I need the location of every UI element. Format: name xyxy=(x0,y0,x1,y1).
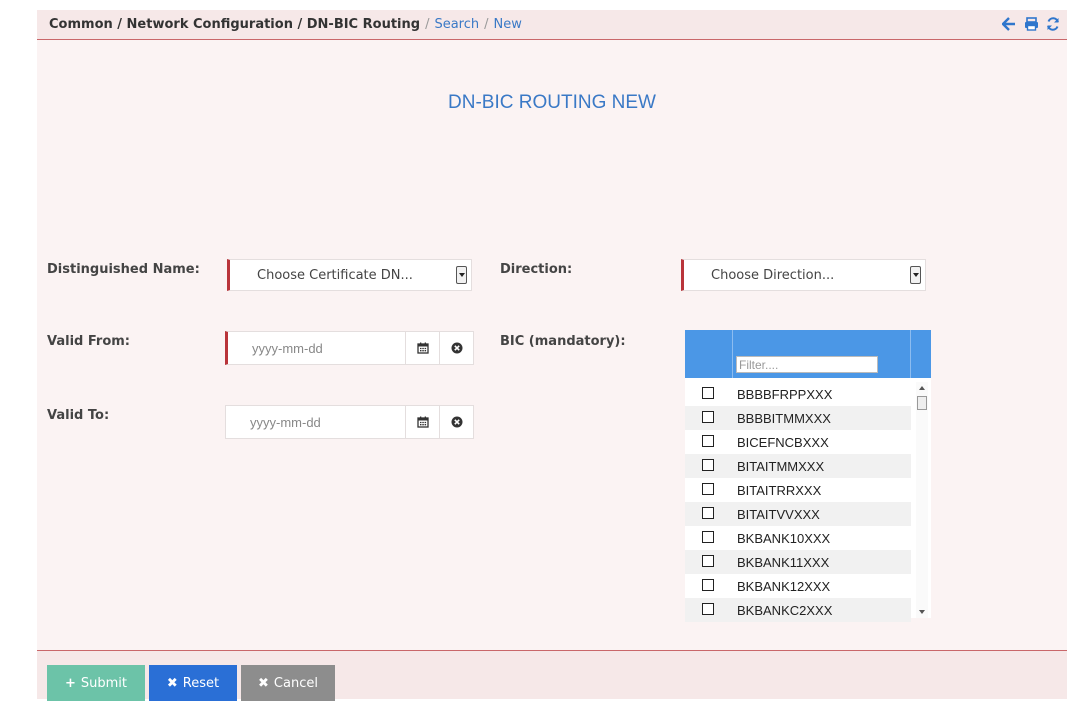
close-icon: ✖ xyxy=(166,675,178,691)
bic-header-scroll-column xyxy=(910,330,932,378)
bic-list-item[interactable]: BITAITRRXXX xyxy=(685,478,911,502)
breadcrumb-search-link[interactable]: Search xyxy=(434,17,479,32)
bic-list-header: Filter.... xyxy=(685,330,931,378)
bic-code: BBBBFRPPXXX xyxy=(737,387,833,402)
bic-label: BIC (mandatory): xyxy=(500,334,626,349)
submit-label: Submit xyxy=(80,675,128,691)
distinguished-name-value: Choose Certificate DN... xyxy=(257,268,413,283)
page-title: DN-BIC ROUTING NEW xyxy=(448,92,656,113)
plus-icon: + xyxy=(64,675,76,691)
bic-code: BKBANK11XXX xyxy=(737,555,830,570)
bic-code: BKBANKC2XXX xyxy=(737,603,833,618)
distinguished-name-select[interactable]: Choose Certificate DN... xyxy=(227,259,472,291)
bic-code: BITAITVVXXX xyxy=(737,507,820,522)
bic-checkbox[interactable] xyxy=(702,411,714,423)
print-icon[interactable] xyxy=(1023,15,1039,33)
bic-list-item[interactable]: BBBBITMMXXX xyxy=(685,406,911,430)
bic-code: BITAITRRXXX xyxy=(737,483,822,498)
bic-list-item[interactable]: BITAITMMXXX xyxy=(685,454,911,478)
bic-checkbox[interactable] xyxy=(702,555,714,567)
bic-list-item[interactable]: BITAITVVXXX xyxy=(685,502,911,526)
calendar-icon[interactable] xyxy=(406,405,440,439)
bic-code: BBBBITMMXXX xyxy=(737,411,831,426)
bic-list-item[interactable]: BBBBFRPPXXX xyxy=(685,382,911,406)
breadcrumb-separator: / xyxy=(425,17,430,32)
page: Common / Network Configuration / DN-BIC … xyxy=(37,10,1067,701)
bic-code: BKBANK10XXX xyxy=(737,531,831,546)
chevron-down-icon xyxy=(910,266,921,284)
refresh-icon[interactable] xyxy=(1045,15,1061,33)
bic-checkbox[interactable] xyxy=(702,435,714,447)
back-arrow-icon[interactable] xyxy=(1001,15,1017,33)
reset-label: Reset xyxy=(182,675,220,691)
bic-list-item[interactable]: BKBANK11XXX xyxy=(685,550,911,574)
bic-list-item[interactable]: BKBANK12XXX xyxy=(685,574,911,598)
calendar-icon[interactable] xyxy=(406,331,440,365)
valid-to-placeholder: yyyy-mm-dd xyxy=(250,415,321,430)
bic-header-checkbox-column xyxy=(685,330,733,378)
bic-checkbox[interactable] xyxy=(702,507,714,519)
breadcrumb-new-link[interactable]: New xyxy=(494,17,522,32)
submit-button[interactable]: + Submit xyxy=(47,665,145,701)
bic-code: BKBANK12XXX xyxy=(737,579,831,594)
clear-icon[interactable] xyxy=(440,331,474,365)
bic-checkbox[interactable] xyxy=(702,531,714,543)
valid-from-input[interactable]: yyyy-mm-dd xyxy=(225,331,406,365)
bic-list: Filter.... BBBBFRPPXXX BBBBITMMXXX BICEFNC… xyxy=(685,330,931,622)
bic-checkbox[interactable] xyxy=(702,483,714,495)
close-icon: ✖ xyxy=(258,675,269,691)
valid-to-group: yyyy-mm-dd xyxy=(225,405,474,439)
breadcrumb-separator: / xyxy=(484,17,489,32)
valid-from-placeholder: yyyy-mm-dd xyxy=(252,341,323,356)
clear-icon[interactable] xyxy=(440,405,474,439)
valid-to-label: Valid To: xyxy=(47,408,110,423)
top-bar: Common / Network Configuration / DN-BIC … xyxy=(37,10,1067,40)
header-actions xyxy=(1001,15,1061,33)
bic-code: BITAITMMXXX xyxy=(737,459,825,474)
bic-code: BICEFNCBXXX xyxy=(737,435,829,450)
bic-list-item[interactable]: BKBANKC2XXX xyxy=(685,598,911,622)
scroll-up-icon[interactable] xyxy=(919,386,925,390)
bic-scrollbar[interactable] xyxy=(916,382,928,618)
valid-to-input[interactable]: yyyy-mm-dd xyxy=(225,405,406,439)
form-footer: + Submit ✖ Reset ✖ Cancel xyxy=(37,650,1067,701)
valid-from-label: Valid From: xyxy=(47,334,131,349)
direction-select[interactable]: Choose Direction... xyxy=(681,259,926,291)
direction-label: Direction: xyxy=(500,262,573,277)
bic-checkbox[interactable] xyxy=(702,387,714,399)
distinguished-name-label: Distinguished Name: xyxy=(47,262,200,277)
bic-checkbox[interactable] xyxy=(702,603,714,615)
chevron-down-icon xyxy=(456,266,467,284)
bic-checkbox[interactable] xyxy=(702,579,714,591)
breadcrumb: Common / Network Configuration / DN-BIC … xyxy=(49,17,522,32)
bic-filter-input[interactable]: Filter.... xyxy=(736,356,878,373)
direction-value: Choose Direction... xyxy=(711,268,835,283)
scroll-down-icon[interactable] xyxy=(919,610,925,614)
bic-checkbox[interactable] xyxy=(702,459,714,471)
cancel-button[interactable]: ✖ Cancel xyxy=(241,665,335,701)
bic-list-item[interactable]: BKBANK10XXX xyxy=(685,526,911,550)
valid-from-group: yyyy-mm-dd xyxy=(225,331,474,365)
reset-button[interactable]: ✖ Reset xyxy=(149,665,237,701)
bic-rows: BBBBFRPPXXX BBBBITMMXXX BICEFNCBXXX BITAITM… xyxy=(685,382,911,622)
bic-list-item[interactable]: BICEFNCBXXX xyxy=(685,430,911,454)
cancel-label: Cancel xyxy=(273,675,318,691)
scroll-thumb[interactable] xyxy=(917,396,927,410)
breadcrumb-root: Common / Network Configuration / DN-BIC … xyxy=(49,17,421,32)
